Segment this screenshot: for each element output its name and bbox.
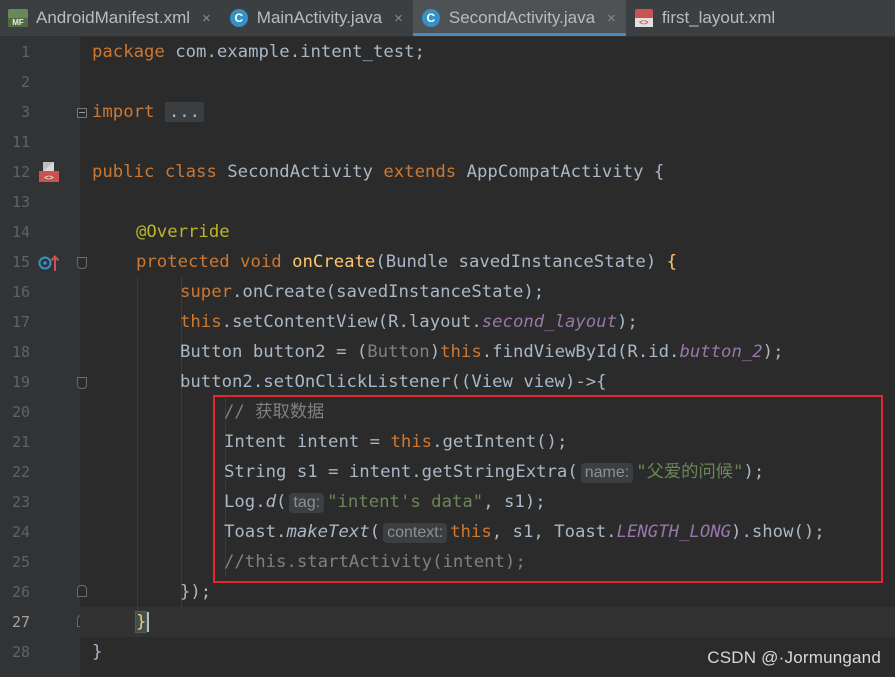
- tab-label: first_layout.xml: [661, 8, 776, 27]
- code-line[interactable]: button2.setOnClickListener((View view)->…: [180, 367, 607, 397]
- line-number: 22: [11, 463, 30, 481]
- line-number: 20: [11, 403, 30, 421]
- tab-label: AndroidManifest.xml: [36, 8, 191, 27]
- text-caret: [147, 612, 150, 632]
- line-number: 3: [20, 103, 30, 121]
- code-line[interactable]: });: [180, 577, 211, 607]
- tab-second-activity[interactable]: C SecondActivity.java ×: [412, 0, 626, 36]
- code-line[interactable]: public class SecondActivity extends AppC…: [92, 157, 664, 187]
- line-number: 18: [11, 343, 30, 361]
- code-editor[interactable]: package com.example.intent_test; import …: [80, 37, 895, 677]
- code-line-current[interactable]: }: [134, 607, 150, 637]
- code-line[interactable]: }: [92, 637, 102, 667]
- code-line[interactable]: Button button2 = (Button)this.findViewBy…: [180, 337, 783, 367]
- line-number: 11: [11, 133, 30, 151]
- layout-xml-icon: <>: [634, 8, 654, 28]
- code-line[interactable]: package com.example.intent_test;: [92, 37, 425, 67]
- editor-tab-bar: MF AndroidManifest.xml × C MainActivity.…: [0, 0, 895, 37]
- line-number: 1: [20, 43, 30, 61]
- line-number: 24: [11, 523, 30, 541]
- line-number: 21: [11, 433, 30, 451]
- code-line[interactable]: this.setContentView(R.layout.second_layo…: [180, 307, 638, 337]
- close-icon[interactable]: ×: [394, 10, 403, 27]
- line-number: 12: [11, 163, 30, 181]
- override-method-icon[interactable]: [38, 252, 60, 274]
- java-class-icon: C: [421, 8, 441, 28]
- caret-row-highlight: [80, 607, 895, 637]
- line-number: 15: [11, 253, 30, 271]
- code-line[interactable]: protected void onCreate(Bundle savedInst…: [136, 247, 677, 277]
- line-number: 26: [11, 583, 30, 601]
- svg-text:<>: <>: [44, 173, 54, 182]
- close-icon[interactable]: ×: [202, 10, 211, 27]
- line-number: 17: [11, 313, 30, 331]
- indent-guide: [137, 277, 138, 637]
- watermark: CSDN @·Jormungand: [707, 648, 881, 667]
- highlight-annotation-box: [213, 395, 883, 583]
- line-number: 16: [11, 283, 30, 301]
- tab-label: SecondActivity.java: [448, 8, 596, 27]
- matched-brace: }: [134, 611, 148, 633]
- code-line[interactable]: @Override: [136, 217, 230, 247]
- line-number: 13: [11, 193, 30, 211]
- line-number-current: 27: [11, 613, 30, 631]
- line-number: 23: [11, 493, 30, 511]
- code-line[interactable]: super.onCreate(savedInstanceState);: [180, 277, 544, 307]
- folded-imports-placeholder[interactable]: ...: [164, 102, 205, 122]
- tab-android-manifest[interactable]: MF AndroidManifest.xml ×: [0, 0, 221, 36]
- tab-main-activity[interactable]: C MainActivity.java ×: [221, 0, 413, 36]
- close-icon[interactable]: ×: [607, 10, 616, 27]
- line-number: 14: [11, 223, 30, 241]
- related-layout-icon[interactable]: <>: [38, 161, 60, 183]
- tab-first-layout[interactable]: <> first_layout.xml: [626, 0, 785, 36]
- line-number: 28: [11, 643, 30, 661]
- line-number: 19: [11, 373, 30, 391]
- tab-label: MainActivity.java: [256, 8, 383, 27]
- manifest-file-icon: MF: [8, 8, 28, 28]
- line-number-gutter[interactable]: 1 2 3 11 12 13 14 15 16 17 18 19 20 21 2…: [0, 37, 87, 677]
- code-line[interactable]: import ...: [92, 97, 205, 127]
- line-number: 2: [20, 73, 30, 91]
- line-number: 25: [11, 553, 30, 571]
- java-class-icon: C: [229, 8, 249, 28]
